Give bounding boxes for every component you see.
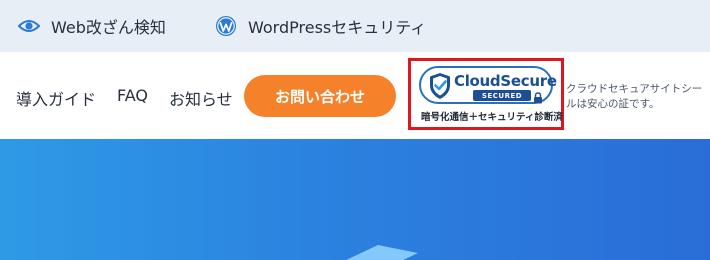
nav-link-news[interactable]: お知らせ xyxy=(169,86,233,110)
eye-icon xyxy=(17,14,41,38)
lock-icon xyxy=(533,89,543,108)
wordpress-security-label: WordPressセキュリティ xyxy=(248,18,427,37)
seal-brand-name: CloudSecure xyxy=(454,72,557,90)
contact-button[interactable]: お問い合わせ xyxy=(244,75,396,117)
seal-badge: CloudSecure SECURED xyxy=(419,66,557,104)
top-utility-bar: Web改ざん検知 WordPressセキュリティ xyxy=(0,0,710,52)
nav-link-faq[interactable]: FAQ xyxy=(117,86,148,105)
nav-link-guide[interactable]: 導入ガイド xyxy=(16,86,96,110)
wordpress-icon xyxy=(214,14,238,38)
hero-banner xyxy=(0,139,710,260)
hero-graphic xyxy=(346,245,418,260)
wordpress-security-link[interactable]: WordPressセキュリティ xyxy=(214,13,426,39)
seal-description: クラウドセキュアサイトシールは安心の証です。 xyxy=(566,83,703,110)
cloudsecure-site-seal[interactable]: CloudSecure SECURED 暗号化通信＋セキュリティ診断済 xyxy=(408,58,564,130)
web-tamper-detection-label: Web改ざん検知 xyxy=(51,18,166,37)
shield-check-icon xyxy=(428,72,452,104)
seal-caption: 暗号化通信＋セキュリティ診断済 xyxy=(421,112,563,123)
seal-secured-label: SECURED xyxy=(473,90,531,101)
web-tamper-detection-link[interactable]: Web改ざん検知 xyxy=(17,13,166,39)
